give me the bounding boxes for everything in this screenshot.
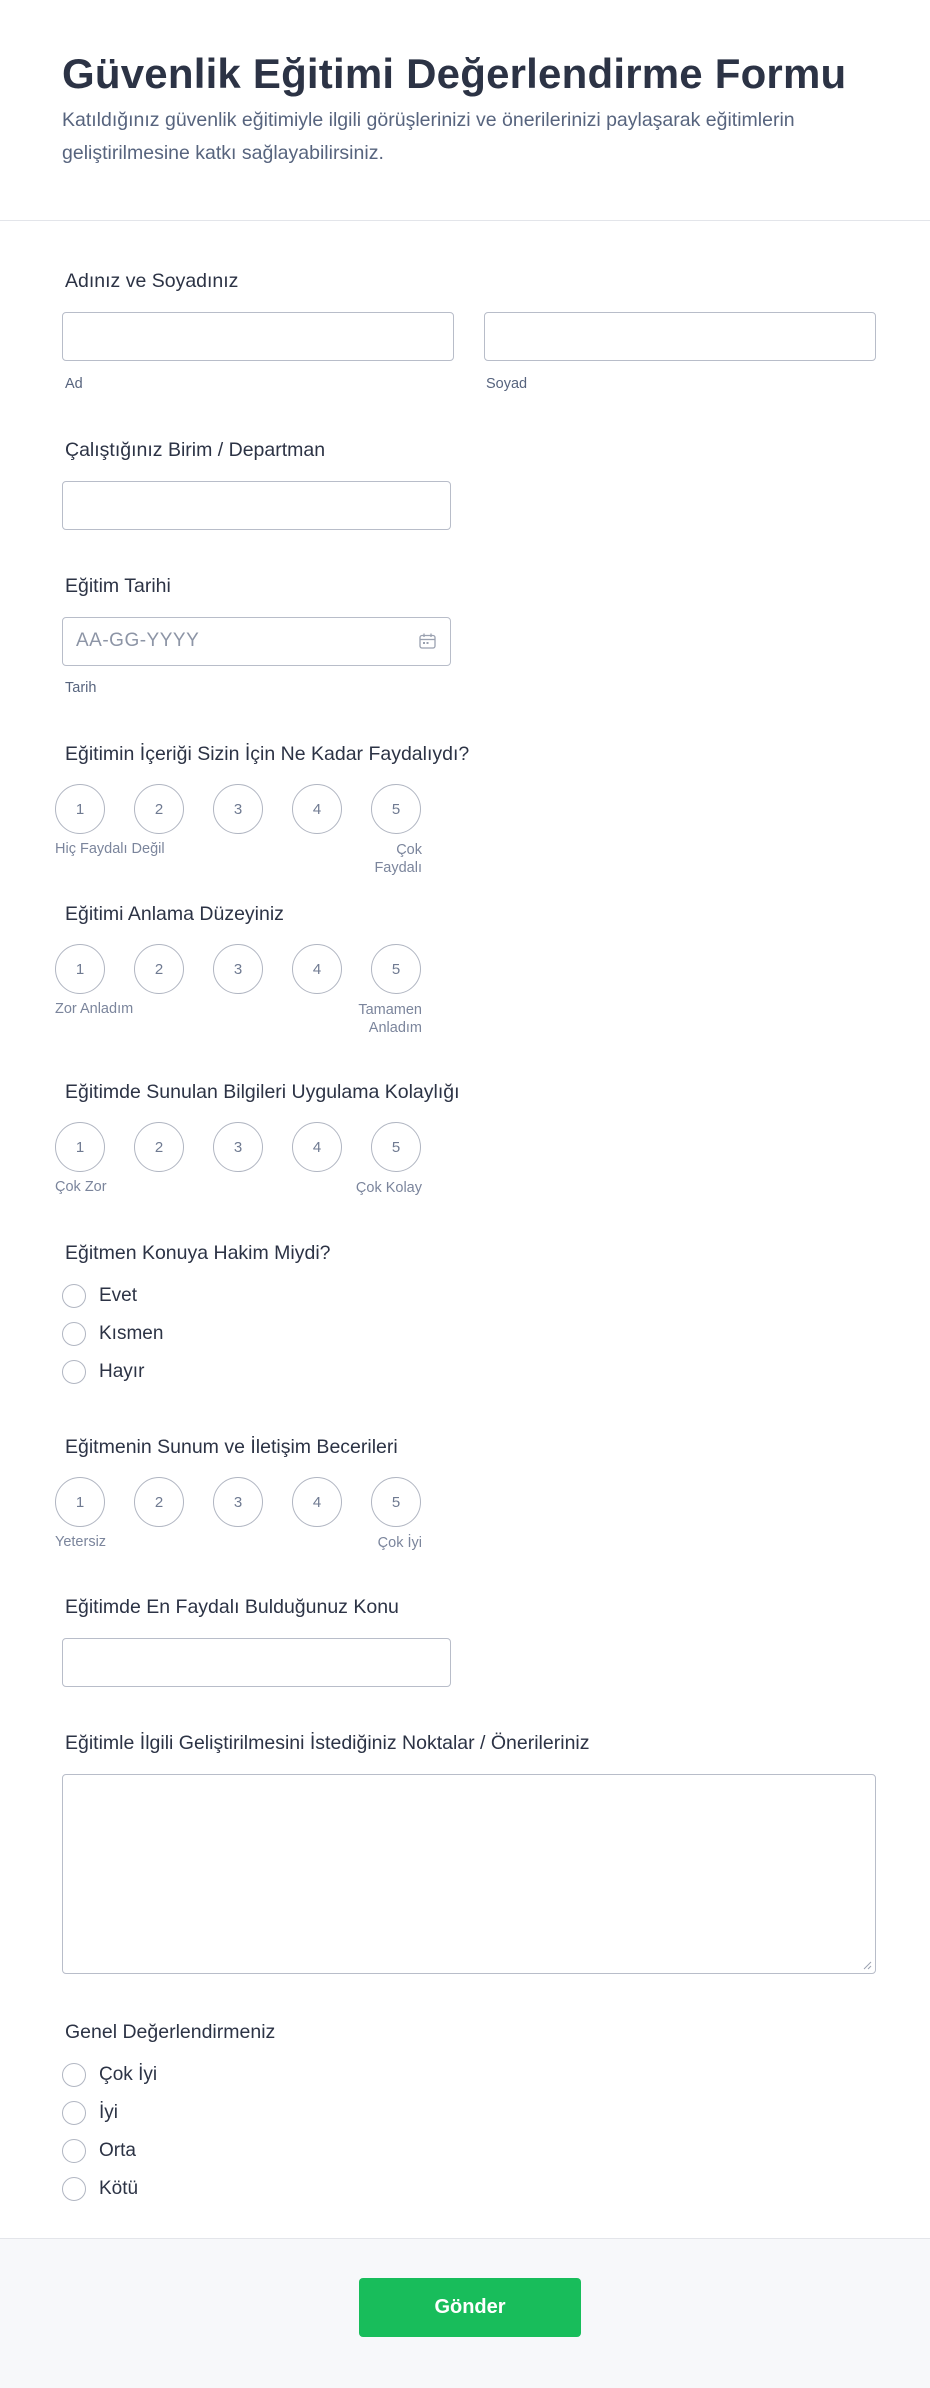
scale-option-2[interactable]: 2	[134, 1477, 184, 1527]
scale-option-4[interactable]: 4	[292, 1477, 342, 1527]
scale-option-2[interactable]: 2	[134, 784, 184, 834]
understanding-level-label: Eğitimi Anlama Düzeyiniz	[65, 903, 284, 925]
radio-label: İyi	[99, 2102, 118, 2123]
date-label: Eğitim Tarihi	[65, 575, 171, 597]
trainer-skills-label: Eğitmenin Sunum ve İletişim Becerileri	[65, 1436, 398, 1458]
radio-label: Hayır	[99, 1361, 145, 1382]
name-label: Adınız ve Soyadınız	[65, 270, 239, 292]
suggestions-label: Eğitimle İlgili Geliştirilmesini İstediğ…	[65, 1732, 590, 1754]
radio-label: Çok İyi	[99, 2064, 158, 2085]
radio-label: Evet	[99, 1285, 138, 1306]
content-usefulness-scale: 1 2 3 4 5	[55, 784, 425, 836]
radio-label: Orta	[99, 2140, 136, 2161]
scale-option-4[interactable]: 4	[292, 784, 342, 834]
applicability-label: Eğitimde Sunulan Bilgileri Uygulama Kola…	[65, 1081, 460, 1103]
understanding-level-min-label: Zor Anladım	[55, 1001, 134, 1017]
scale-option-4[interactable]: 4	[292, 944, 342, 994]
content-usefulness-max-label: Çok Faydalı	[374, 842, 422, 876]
scale-option-2[interactable]: 2	[134, 944, 184, 994]
form-title: Güvenlik Eğitimi Değerlendirme Formu	[62, 50, 847, 97]
scale-option-5[interactable]: 5	[371, 944, 421, 994]
calendar-icon[interactable]	[419, 633, 436, 649]
radio-button[interactable]	[62, 1284, 86, 1308]
scale-option-3[interactable]: 3	[213, 784, 263, 834]
first-name-sublabel: Ad	[65, 376, 83, 392]
scale-option-5[interactable]: 5	[371, 1477, 421, 1527]
radio-button[interactable]	[62, 2139, 86, 2163]
most-useful-topic-input[interactable]	[62, 1638, 451, 1687]
content-usefulness-label: Eğitimin İçeriği Sizin İçin Ne Kadar Fay…	[65, 743, 470, 765]
trainer-skills-scale: 1 2 3 4 5	[55, 1477, 425, 1529]
radio-button[interactable]	[62, 1360, 86, 1384]
date-placeholder: AA-GG-YYYY	[76, 630, 200, 651]
scale-option-5[interactable]: 5	[371, 784, 421, 834]
applicability-min-label: Çok Zor	[55, 1179, 107, 1195]
radio-button[interactable]	[62, 2177, 86, 2201]
understanding-level-scale: 1 2 3 4 5	[55, 944, 425, 996]
scale-option-5[interactable]: 5	[371, 1122, 421, 1172]
understanding-level-max-label: Tamamen Anladım	[358, 1002, 422, 1036]
scale-option-1[interactable]: 1	[55, 944, 105, 994]
department-input[interactable]	[62, 481, 451, 530]
last-name-sublabel: Soyad	[486, 376, 528, 392]
scale-option-2[interactable]: 2	[134, 1122, 184, 1172]
scale-option-1[interactable]: 1	[55, 784, 105, 834]
scale-option-3[interactable]: 3	[213, 944, 263, 994]
radio-label: Kötü	[99, 2178, 139, 2199]
radio-label: Kısmen	[99, 1323, 164, 1344]
scale-option-1[interactable]: 1	[55, 1122, 105, 1172]
radio-button[interactable]	[62, 2101, 86, 2125]
last-name-input[interactable]	[484, 312, 876, 361]
form-subtitle: Katıldığınız güvenlik eğitimiyle ilgili …	[62, 109, 795, 164]
department-label: Çalıştığınız Birim / Departman	[65, 439, 326, 461]
date-sublabel: Tarih	[65, 680, 97, 696]
radio-button[interactable]	[62, 2063, 86, 2087]
content-usefulness-min-label: Hiç Faydalı Değil	[55, 841, 165, 857]
trainer-skills-max-label: Çok İyi	[377, 1535, 422, 1551]
overall-rating-label: Genel Değerlendirmeniz	[65, 2021, 276, 2043]
applicability-max-label: Çok Kolay	[355, 1180, 422, 1196]
first-name-input[interactable]	[62, 312, 454, 361]
submit-button[interactable]: Gönder	[359, 2278, 581, 2337]
date-input[interactable]: AA-GG-YYYY	[62, 617, 451, 666]
most-useful-topic-label: Eğitimde En Faydalı Bulduğunuz Konu	[65, 1596, 399, 1618]
applicability-scale: 1 2 3 4 5	[55, 1122, 425, 1174]
scale-option-3[interactable]: 3	[213, 1477, 263, 1527]
form-footer: Gönder	[0, 2238, 930, 2388]
trainer-mastery-label: Eğitmen Konuya Hakim Miydi?	[65, 1242, 331, 1264]
form-header: Güvenlik Eğitimi Değerlendirme Formu Kat…	[0, 0, 930, 221]
suggestions-textarea[interactable]	[62, 1774, 876, 1974]
resize-handle-icon[interactable]	[862, 1960, 872, 1970]
scale-option-1[interactable]: 1	[55, 1477, 105, 1527]
scale-option-4[interactable]: 4	[292, 1122, 342, 1172]
radio-button[interactable]	[62, 1322, 86, 1346]
trainer-skills-min-label: Yetersiz	[55, 1534, 107, 1550]
scale-option-3[interactable]: 3	[213, 1122, 263, 1172]
